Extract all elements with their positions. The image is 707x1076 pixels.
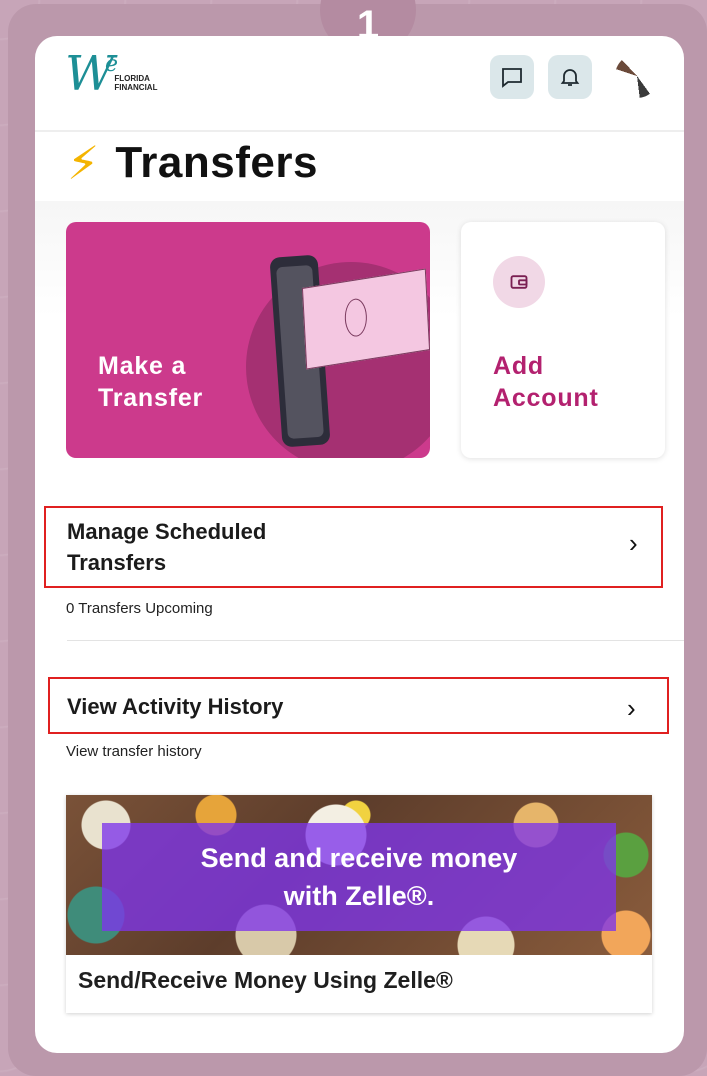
bell-icon bbox=[560, 69, 580, 86]
logo-text: FLORIDA FINANCIAL bbox=[114, 74, 178, 92]
logo-text-line1: FLORIDA bbox=[114, 74, 150, 83]
manage-scheduled-transfers-row[interactable]: Manage Scheduled Transfers › bbox=[44, 506, 663, 588]
logo[interactable]: W e FLORIDA FINANCIAL bbox=[65, 46, 178, 102]
zelle-overlay-line1: Send and receive money bbox=[200, 843, 518, 873]
add-account-label-line2: Account bbox=[493, 384, 599, 412]
logo-mark: W bbox=[65, 46, 114, 102]
add-account-label-line1: Add bbox=[493, 352, 544, 380]
notifications-button[interactable] bbox=[548, 55, 592, 99]
zelle-promo-card[interactable]: Send and receive money with Zelle®. Send… bbox=[66, 795, 652, 1013]
zelle-overlay-line2: with Zelle®. bbox=[283, 881, 435, 911]
app-screen: W e FLORIDA FINANCIAL ⚡ Transfers Make a… bbox=[35, 36, 684, 1053]
make-transfer-card[interactable]: Make a Transfer bbox=[66, 222, 430, 458]
logo-mark-e: e bbox=[105, 52, 119, 77]
chat-icon bbox=[502, 68, 522, 88]
avatar[interactable] bbox=[615, 54, 659, 98]
zelle-overlay: Send and receive money with Zelle®. bbox=[102, 823, 616, 931]
page-title: ⚡ Transfers bbox=[67, 138, 318, 188]
lightning-icon: ⚡ bbox=[67, 137, 100, 189]
history-subtitle: View transfer history bbox=[66, 743, 202, 760]
manage-scheduled-title: Manage Scheduled Transfers bbox=[67, 516, 266, 578]
logo-text-line2: FINANCIAL bbox=[114, 83, 158, 92]
wallet-icon bbox=[493, 256, 545, 308]
messages-button[interactable] bbox=[490, 55, 534, 99]
scheduled-subtitle: 0 Transfers Upcoming bbox=[66, 600, 213, 617]
make-transfer-label-line1: Make a bbox=[98, 352, 187, 380]
view-activity-title: View Activity History bbox=[67, 694, 284, 719]
food-table-photo: Send and receive money with Zelle®. bbox=[66, 795, 652, 955]
page-title-text: Transfers bbox=[115, 138, 318, 187]
manage-scheduled-title-line2: Transfers bbox=[67, 550, 167, 575]
zelle-overlay-text: Send and receive money with Zelle®. bbox=[149, 839, 569, 915]
view-activity-history-row[interactable]: View Activity History › bbox=[48, 677, 669, 734]
top-bar: W e FLORIDA FINANCIAL bbox=[35, 36, 684, 132]
manage-scheduled-title-line1: Manage Scheduled bbox=[67, 519, 267, 544]
add-account-card[interactable]: Add Account bbox=[461, 222, 665, 458]
zelle-caption: Send/Receive Money Using Zelle® bbox=[78, 967, 453, 993]
make-transfer-label: Make a Transfer bbox=[98, 350, 248, 414]
divider bbox=[67, 640, 684, 641]
chevron-right-icon: › bbox=[627, 693, 636, 723]
make-transfer-label-line2: Transfer bbox=[98, 384, 204, 412]
chevron-right-icon: › bbox=[629, 528, 638, 558]
bill-oval bbox=[343, 296, 368, 339]
add-account-label: Add Account bbox=[493, 350, 599, 414]
